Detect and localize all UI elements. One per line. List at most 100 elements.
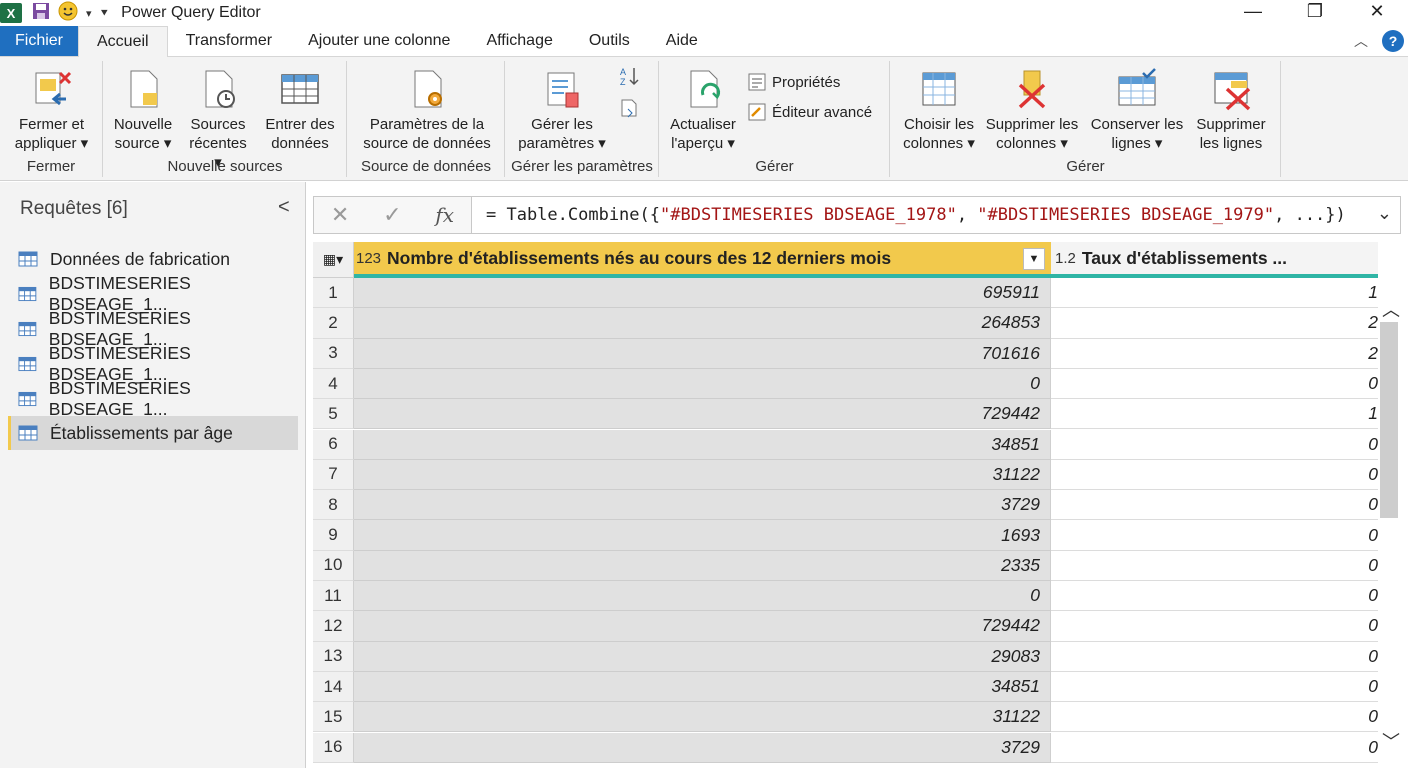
table-cell[interactable]: 0: [1051, 581, 1378, 612]
properties-button[interactable]: Propriétés: [746, 71, 840, 93]
row-index[interactable]: 5: [313, 399, 354, 430]
new-source-button[interactable]: Nouvelle source ▾: [108, 67, 178, 153]
table-cell[interactable]: 1: [1051, 399, 1378, 430]
query-item[interactable]: BDSTIMESERIES BDSEAGE_1...: [8, 343, 298, 384]
keep-rows-button[interactable]: Conserver les lignes ▾: [1087, 67, 1187, 153]
tab-affichage[interactable]: Affichage: [468, 26, 570, 56]
collapse-ribbon-icon[interactable]: ︿: [1354, 31, 1368, 51]
table-cell[interactable]: 31122: [354, 459, 1051, 491]
close-apply-button[interactable]: Fermer et appliquer ▾: [4, 67, 99, 153]
row-index[interactable]: 12: [313, 611, 354, 642]
advanced-editor-button[interactable]: Éditeur avancé: [746, 101, 872, 123]
expand-formula-icon[interactable]: ⌄: [1377, 203, 1392, 224]
table-menu-icon[interactable]: ▦▾: [313, 242, 354, 278]
table-cell[interactable]: 0: [1051, 429, 1378, 460]
collapse-queries-icon[interactable]: <: [278, 196, 290, 219]
commit-formula-icon[interactable]: ✓: [383, 202, 401, 228]
table-cell[interactable]: 701616: [354, 338, 1051, 369]
row-index[interactable]: 15: [313, 702, 354, 733]
query-item-selected[interactable]: Établissements par âge: [8, 416, 298, 450]
table-cell[interactable]: 0: [1051, 641, 1378, 672]
restore-button[interactable]: ❐: [1284, 0, 1346, 22]
row-index[interactable]: 6: [313, 429, 354, 460]
row-index[interactable]: 8: [313, 490, 354, 521]
table-cell[interactable]: 0: [1051, 490, 1378, 521]
table-cell[interactable]: 31122: [354, 702, 1051, 733]
table-cell[interactable]: 3729: [354, 732, 1051, 763]
table-cell[interactable]: 0: [1051, 611, 1378, 642]
tab-accueil[interactable]: Accueil: [78, 26, 168, 57]
close-button[interactable]: ✕: [1346, 0, 1408, 22]
column-type-icon[interactable]: 1.2: [1055, 250, 1076, 267]
table-cell[interactable]: 695911: [354, 278, 1051, 309]
row-index[interactable]: 11: [313, 581, 354, 612]
table-cell[interactable]: 34851: [354, 671, 1051, 703]
row-index[interactable]: 16: [313, 732, 354, 763]
remove-columns-button[interactable]: Supprimer les colonnes ▾: [983, 67, 1081, 153]
table-cell[interactable]: 1: [1051, 278, 1378, 309]
scroll-thumb[interactable]: [1380, 322, 1398, 518]
row-index[interactable]: 10: [313, 550, 354, 581]
tab-fichier[interactable]: Fichier: [0, 26, 78, 56]
column-header[interactable]: 1.2 Taux d'établissements ...: [1051, 242, 1378, 278]
minimize-button[interactable]: —: [1222, 0, 1284, 22]
refresh-preview-button[interactable]: Actualiser l'aperçu ▾: [664, 67, 742, 153]
row-index[interactable]: 7: [313, 459, 354, 491]
row-index[interactable]: 3: [313, 338, 354, 369]
query-item[interactable]: BDSTIMESERIES BDSEAGE_1...: [8, 308, 298, 349]
choose-columns-button[interactable]: Choisir les colonnes ▾: [895, 67, 983, 153]
smiley-feedback-icon[interactable]: [58, 1, 78, 25]
table-cell[interactable]: 0: [1051, 368, 1378, 400]
row-index[interactable]: 2: [313, 308, 354, 339]
column-header-selected[interactable]: 123 Nombre d'établissements nés au cours…: [354, 242, 1051, 278]
cancel-formula-icon[interactable]: ✕: [331, 202, 349, 228]
table-cell[interactable]: 0: [354, 581, 1051, 612]
table-cell[interactable]: 729442: [354, 611, 1051, 642]
table-cell[interactable]: 0: [354, 368, 1051, 400]
enter-data-button[interactable]: Entrer des données: [256, 67, 344, 153]
scroll-down-icon[interactable]: ﹀: [1382, 728, 1400, 754]
scroll-up-icon[interactable]: ︿: [1382, 296, 1400, 322]
query-item[interactable]: Données de fabrication: [8, 242, 298, 276]
tab-transformer[interactable]: Transformer: [168, 26, 291, 56]
row-index[interactable]: 9: [313, 520, 354, 551]
help-icon[interactable]: ?: [1382, 30, 1404, 52]
table-cell[interactable]: 0: [1051, 671, 1378, 703]
tab-outils[interactable]: Outils: [571, 26, 648, 56]
row-index[interactable]: 14: [313, 671, 354, 703]
fx-icon[interactable]: fx: [435, 203, 454, 227]
table-cell[interactable]: 2: [1051, 338, 1378, 369]
tab-aide[interactable]: Aide: [648, 26, 716, 56]
table-cell[interactable]: 3729: [354, 490, 1051, 521]
query-item[interactable]: BDSTIMESERIES BDSEAGE_1...: [8, 273, 298, 314]
column-filter-dropdown-icon[interactable]: ▼: [1023, 248, 1045, 270]
table-cell[interactable]: 2335: [354, 550, 1051, 581]
dropdown-arrow-icon[interactable]: ▾: [86, 7, 92, 20]
table-cell[interactable]: 0: [1051, 459, 1378, 491]
row-index[interactable]: 1: [313, 278, 354, 309]
table-cell[interactable]: 2: [1051, 308, 1378, 339]
column-type-icon[interactable]: 123: [356, 250, 381, 267]
tab-ajouter-colonne[interactable]: Ajouter une colonne: [290, 26, 468, 56]
manage-parameters-button[interactable]: Gérer les paramètres ▾: [510, 67, 614, 153]
customize-toolbar-icon[interactable]: ⯆: [100, 6, 110, 21]
formula-input[interactable]: = Table.Combine({"#BDSTIMESERIES BDSEAGE…: [486, 205, 1346, 225]
copy-page-icon[interactable]: [618, 97, 640, 119]
table-cell[interactable]: 0: [1051, 550, 1378, 581]
table-cell[interactable]: 729442: [354, 399, 1051, 430]
recent-sources-button[interactable]: Sources récentes ▾: [184, 67, 252, 172]
vertical-scrollbar[interactable]: ︿ ﹀: [1378, 242, 1408, 768]
row-index[interactable]: 4: [313, 368, 354, 400]
data-source-settings-button[interactable]: Paramètres de la source de données: [352, 67, 502, 153]
table-cell[interactable]: 0: [1051, 520, 1378, 551]
sort-icon[interactable]: AZ: [618, 65, 640, 87]
row-index[interactable]: 13: [313, 641, 354, 672]
save-icon[interactable]: [32, 2, 50, 24]
table-cell[interactable]: 0: [1051, 702, 1378, 733]
table-cell[interactable]: 264853: [354, 308, 1051, 339]
table-cell[interactable]: 34851: [354, 429, 1051, 460]
remove-rows-button[interactable]: Supprimer les lignes: [1187, 67, 1275, 153]
table-cell[interactable]: 0: [1051, 732, 1378, 763]
table-cell[interactable]: 1693: [354, 520, 1051, 551]
table-cell[interactable]: 29083: [354, 641, 1051, 672]
